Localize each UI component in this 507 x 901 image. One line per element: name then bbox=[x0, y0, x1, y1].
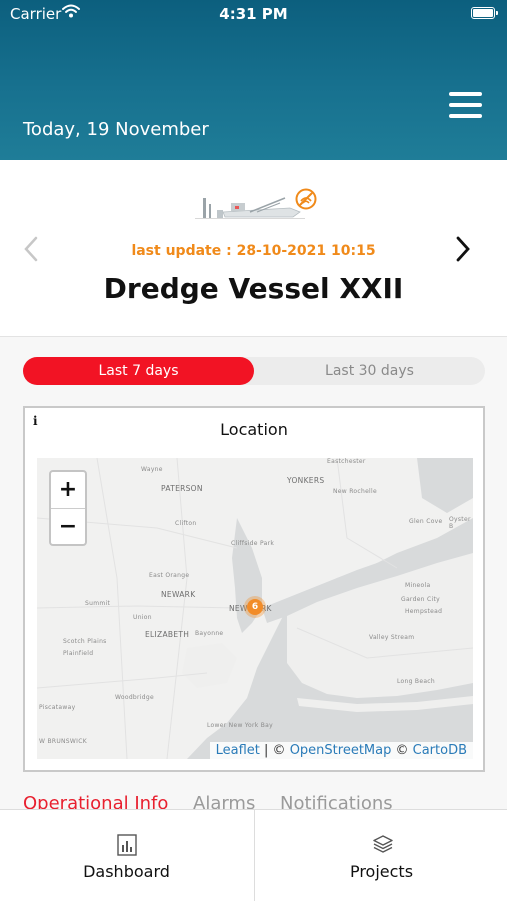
dashboard-label: Dashboard bbox=[83, 862, 170, 881]
map-label: PATERSON bbox=[161, 484, 203, 493]
map-label: Scotch Plains bbox=[63, 638, 107, 645]
map-label: YONKERS bbox=[287, 476, 325, 485]
attribution-separator: © bbox=[391, 743, 413, 758]
openstreetmap-link[interactable]: OpenStreetMap bbox=[290, 743, 392, 758]
clock: 4:31 PM bbox=[219, 5, 288, 23]
map-label: Summit bbox=[85, 600, 111, 607]
map-label: Glen Cove bbox=[409, 518, 443, 525]
map-label: Woodbridge bbox=[115, 694, 154, 701]
last-update: last update : 28-10-2021 10:15 bbox=[131, 243, 376, 259]
status-bar: Carrier 4:31 PM bbox=[0, 0, 507, 28]
map-label: Clifton bbox=[175, 520, 197, 527]
map-label: Lower New York Bay bbox=[207, 722, 274, 729]
map-label: Valley Stream bbox=[369, 634, 415, 641]
dashboard-nav-button[interactable]: Dashboard bbox=[0, 810, 253, 901]
dredge-vessel-image bbox=[195, 197, 305, 219]
leaflet-link[interactable]: Leaflet bbox=[216, 743, 260, 758]
map-label: Hempstead bbox=[405, 608, 443, 615]
location-card: i Location Wayne PATERSON YONKERS Eastch… bbox=[23, 406, 485, 772]
map[interactable]: Wayne PATERSON YONKERS Eastchester New R… bbox=[37, 458, 473, 759]
map-label: Garden City bbox=[401, 596, 440, 603]
map-label: ELIZABETH bbox=[145, 630, 190, 639]
tab-operational-info[interactable]: Operational Info bbox=[23, 793, 168, 810]
last-7-days-button[interactable]: Last 7 days bbox=[23, 357, 254, 385]
cartodb-link[interactable]: CartoDB bbox=[413, 743, 467, 758]
projects-nav-button[interactable]: Projects bbox=[254, 810, 507, 901]
info-tabs: Operational Info Alarms Notifications bbox=[0, 792, 507, 810]
map-label: W BRUNSWICK bbox=[39, 738, 87, 745]
zoom-control: + − bbox=[49, 470, 87, 546]
map-label: Plainfield bbox=[63, 650, 94, 657]
map-label: Piscataway bbox=[39, 704, 76, 711]
battery-icon bbox=[471, 7, 498, 19]
map-title: Location bbox=[220, 420, 288, 439]
no-signal-icon bbox=[295, 188, 317, 210]
period-toggle: Last 7 days Last 30 days bbox=[23, 357, 485, 385]
map-attribution: Leaflet | © OpenStreetMap © CartoDB bbox=[209, 742, 473, 759]
projects-label: Projects bbox=[349, 862, 414, 881]
vessel-card: last update : 28-10-2021 10:15 Dredge Ve… bbox=[0, 160, 507, 337]
tab-notifications[interactable]: Notifications bbox=[280, 793, 393, 810]
last-30-days-button[interactable]: Last 30 days bbox=[254, 357, 485, 385]
today-date: Today, 19 November bbox=[23, 119, 209, 140]
map-label: Union bbox=[133, 614, 152, 621]
vessel-cluster-marker[interactable]: 6 bbox=[247, 599, 263, 615]
map-label: Oyster B bbox=[449, 516, 471, 530]
vessel-name: Dredge Vessel XXII bbox=[103, 272, 404, 305]
map-label: Eastchester bbox=[327, 458, 366, 465]
header: Carrier 4:31 PM Today, 19 November bbox=[0, 0, 507, 160]
layers-icon bbox=[372, 835, 393, 853]
map-label: Cliffside Park bbox=[231, 540, 275, 547]
zoom-in-button[interactable]: + bbox=[51, 472, 85, 509]
map-label: East Orange bbox=[149, 572, 190, 579]
map-label: Bayonne bbox=[195, 630, 224, 637]
bottom-navigation: Dashboard Projects bbox=[0, 809, 507, 901]
hamburger-menu-icon[interactable] bbox=[449, 92, 482, 118]
map-label: New Rochelle bbox=[333, 488, 377, 495]
tab-alarms[interactable]: Alarms bbox=[193, 793, 255, 810]
map-label: Long Beach bbox=[397, 678, 436, 685]
zoom-out-button[interactable]: − bbox=[51, 509, 85, 545]
map-label: Wayne bbox=[141, 466, 163, 473]
map-label: Mineola bbox=[405, 582, 431, 589]
attribution-separator: | © bbox=[259, 743, 290, 758]
map-label: NEWARK bbox=[161, 590, 196, 599]
dashboard-icon bbox=[116, 834, 137, 856]
